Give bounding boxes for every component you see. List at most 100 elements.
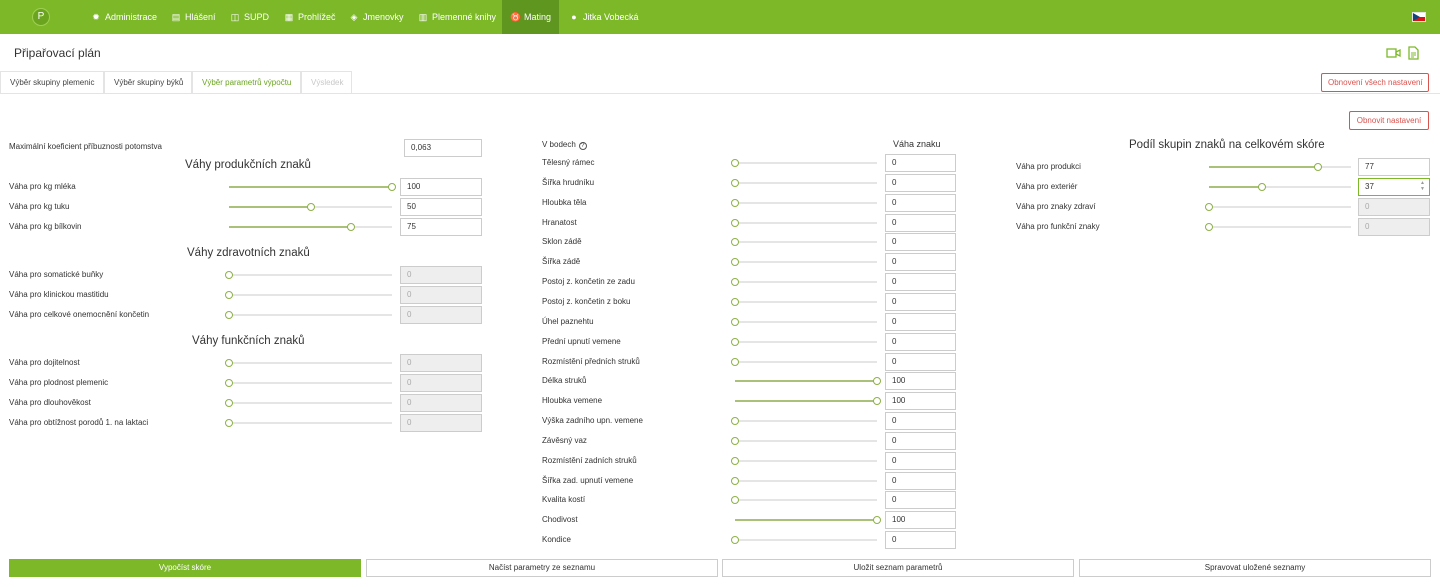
trait-weight-5-slider[interactable] (731, 237, 877, 247)
trait-weight-6-slider[interactable] (731, 257, 877, 267)
production-weight-2-input[interactable]: 50 (400, 198, 482, 216)
nav-item-prohlížeč[interactable]: ▦ Prohlížeč (276, 0, 344, 34)
document-icon[interactable] (1406, 46, 1421, 60)
trait-weight-7-slider[interactable] (731, 277, 877, 287)
trait-weight-17-slider-handle[interactable] (731, 476, 739, 485)
trait-weight-7-input[interactable]: 0 (885, 273, 956, 292)
app-logo[interactable]: P (32, 8, 50, 26)
tab-2[interactable]: Výběr skupiny býků (104, 71, 192, 93)
trait-weight-9-slider-handle[interactable] (731, 317, 739, 326)
trait-weight-13-input[interactable]: 100 (885, 392, 956, 411)
production-weight-1-input[interactable]: 100 (400, 178, 482, 196)
video-icon[interactable] (1386, 46, 1401, 60)
trait-weight-5-input[interactable]: 0 (885, 233, 956, 252)
group-share-2-slider[interactable] (1209, 182, 1351, 192)
tab-1[interactable]: Výběr skupiny plemenic (0, 71, 104, 93)
help-icon[interactable]: ? (578, 142, 587, 150)
trait-weight-1-input[interactable]: 0 (885, 154, 956, 172)
trait-weight-14-slider[interactable] (731, 416, 877, 426)
trait-weight-8-input[interactable]: 0 (885, 292, 956, 311)
trait-weight-18-input[interactable]: 0 (885, 491, 956, 510)
trait-weight-6-input[interactable]: 0 (885, 253, 956, 272)
production-weight-3-slider-handle[interactable] (347, 223, 356, 231)
save-parameters-button[interactable]: Uložit seznam parametrů (722, 559, 1074, 577)
reset-all-button[interactable]: Obnovení všech nastavení (1321, 73, 1429, 92)
trait-weight-4-slider[interactable] (731, 218, 877, 228)
nav-item-plemenné-knihy[interactable]: ▥ Plemenné knihy (410, 0, 504, 34)
trait-weight-4-input[interactable]: 0 (885, 213, 956, 232)
trait-weight-19-input[interactable]: 100 (885, 511, 956, 530)
trait-weight-3-slider[interactable] (731, 198, 877, 208)
trait-weight-11-slider-handle[interactable] (731, 357, 739, 366)
tab-3[interactable]: Výběr parametrů výpočtu (192, 71, 301, 93)
cz-flag-icon[interactable] (1412, 12, 1426, 22)
trait-weight-3-input[interactable]: 0 (885, 193, 956, 212)
spinner-arrows-icon[interactable]: ▲ ▼ (1420, 180, 1437, 192)
trait-weight-2-slider-handle[interactable] (731, 178, 739, 187)
nav-item-mating[interactable]: ♉ Mating (502, 0, 560, 34)
trait-weight-6-slider-handle[interactable] (731, 258, 739, 267)
trait-weight-15-slider-handle[interactable] (731, 436, 739, 445)
trait-weight-14-slider-handle[interactable] (731, 417, 739, 426)
manage-lists-button[interactable]: Spravovat uložené seznamy (1079, 559, 1431, 577)
points-toggle-label[interactable]: V bodech? (542, 140, 587, 150)
max-kinship-input[interactable]: 0,063 (404, 139, 482, 157)
load-parameters-button[interactable]: Načíst parametry ze seznamu (366, 559, 718, 577)
group-share-2-slider-handle[interactable] (1257, 183, 1266, 191)
trait-weight-11-slider[interactable] (731, 357, 877, 367)
trait-weight-12-slider[interactable] (735, 376, 881, 386)
trait-weight-2-slider[interactable] (731, 178, 877, 188)
nav-item-administrace[interactable]: ✹ Administrace (83, 0, 165, 34)
trait-weight-16-slider-handle[interactable] (731, 456, 739, 465)
trait-weight-16-slider[interactable] (731, 456, 877, 466)
trait-weight-18-slider-handle[interactable] (731, 496, 739, 505)
trait-weight-10-slider[interactable] (731, 337, 877, 347)
trait-weight-3-slider-handle[interactable] (731, 198, 739, 207)
nav-item-hlášení[interactable]: ▤ Hlášení (163, 0, 224, 34)
production-weight-2-slider-handle[interactable] (306, 203, 315, 211)
trait-weight-15-input[interactable]: 0 (885, 431, 956, 450)
trait-weight-1-slider[interactable] (731, 158, 877, 168)
reset-button[interactable]: Obnovit nastavení (1349, 111, 1429, 130)
trait-weight-20-slider-handle[interactable] (731, 536, 739, 545)
trait-weight-17-slider[interactable] (731, 476, 877, 486)
trait-weight-19-slider[interactable] (735, 515, 881, 525)
trait-weight-16-input[interactable]: 0 (885, 451, 956, 470)
trait-weight-12-slider-handle[interactable] (873, 377, 881, 386)
trait-weight-19-slider-handle[interactable] (873, 516, 881, 525)
trait-weight-18-slider[interactable] (731, 495, 877, 505)
production-weight-1-slider[interactable] (229, 182, 396, 192)
trait-weight-20-input[interactable]: 0 (885, 531, 956, 550)
trait-weight-8-slider[interactable] (731, 297, 877, 307)
trait-weight-15-slider[interactable] (731, 436, 877, 446)
trait-weight-13-slider[interactable] (735, 396, 881, 406)
production-weight-3-slider[interactable] (229, 222, 392, 232)
production-weight-3-input[interactable]: 75 (400, 218, 482, 236)
trait-weight-11-input[interactable]: 0 (885, 352, 956, 371)
nav-item-jmenovky[interactable]: ◈ Jmenovky (341, 0, 412, 34)
trait-weight-17-input[interactable]: 0 (885, 471, 956, 490)
nav-item-supd[interactable]: ◫ SUPD (222, 0, 277, 34)
trait-weight-9-input[interactable]: 0 (885, 312, 956, 331)
trait-weight-7-slider-handle[interactable] (731, 278, 739, 287)
calculate-score-button[interactable]: Vypočíst skóre (9, 559, 361, 577)
trait-weight-13-slider-handle[interactable] (873, 397, 881, 406)
production-weight-1-slider-handle[interactable] (388, 183, 396, 191)
trait-weight-5-label: Sklon zádě (542, 237, 582, 247)
trait-weight-5-slider-handle[interactable] (731, 238, 739, 247)
nav-item-jitka-vobecká[interactable]: ● Jitka Vobecká (561, 0, 647, 34)
trait-weight-10-slider-handle[interactable] (731, 337, 739, 346)
group-share-1-slider[interactable] (1209, 162, 1351, 172)
trait-weight-9-slider[interactable] (731, 317, 877, 327)
trait-weight-10-input[interactable]: 0 (885, 332, 956, 351)
group-share-1-slider-handle[interactable] (1314, 163, 1323, 171)
trait-weight-4-slider-handle[interactable] (731, 218, 739, 227)
trait-weight-8-slider-handle[interactable] (731, 297, 739, 306)
trait-weight-1-slider-handle[interactable] (731, 159, 739, 167)
trait-weight-20-slider[interactable] (731, 535, 877, 545)
production-weight-2-slider[interactable] (229, 202, 392, 212)
trait-weight-12-input[interactable]: 100 (885, 372, 956, 391)
group-share-1-input[interactable]: 77 (1358, 158, 1430, 176)
trait-weight-2-input[interactable]: 0 (885, 173, 956, 192)
trait-weight-14-input[interactable]: 0 (885, 412, 956, 431)
